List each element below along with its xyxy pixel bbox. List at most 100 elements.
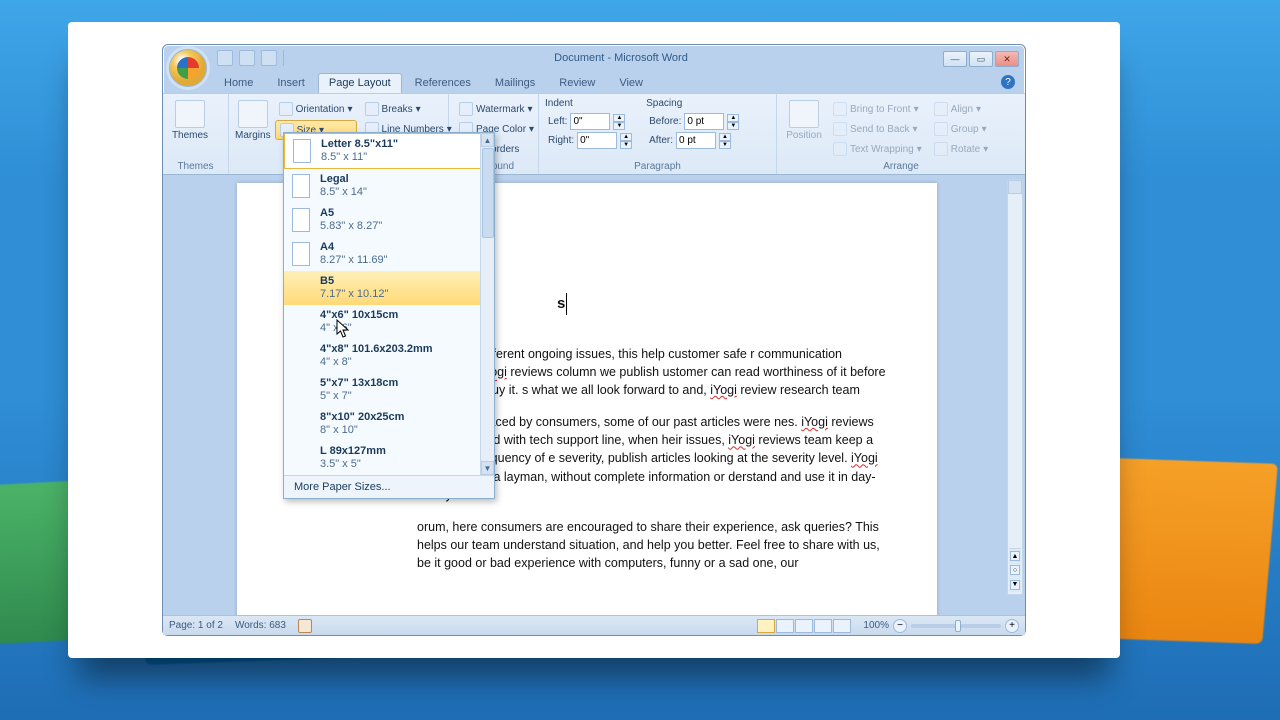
zoom-slider-knob[interactable] xyxy=(955,620,961,632)
zoom-percent[interactable]: 100% xyxy=(863,620,889,631)
align-button: Align ▾ xyxy=(930,100,993,118)
spin-up[interactable]: ▲ xyxy=(727,114,739,122)
indent-right-input[interactable] xyxy=(577,132,617,149)
spacing-before-label: Before: xyxy=(649,116,681,127)
send-to-back-button: Send to Back ▾ xyxy=(829,120,926,138)
indent-left-input[interactable] xyxy=(570,113,610,130)
size-option[interactable]: 8"x10" 20x25cm8" x 10" xyxy=(284,407,494,441)
view-web-layout[interactable] xyxy=(795,619,813,633)
spin-down[interactable]: ▼ xyxy=(620,141,632,149)
tab-view[interactable]: View xyxy=(608,73,654,93)
view-full-screen[interactable] xyxy=(776,619,794,633)
indent-right-label: Right: xyxy=(548,135,574,146)
help-icon[interactable]: ? xyxy=(1001,75,1015,89)
view-print-layout[interactable] xyxy=(757,619,775,633)
spin-down[interactable]: ▼ xyxy=(613,122,625,130)
spin-up[interactable]: ▲ xyxy=(620,133,632,141)
size-option-dim: 4" x 6" xyxy=(320,322,398,335)
spin-up[interactable]: ▲ xyxy=(613,114,625,122)
page-thumb-icon xyxy=(292,242,310,266)
indent-header: Indent xyxy=(545,98,632,111)
send-back-icon xyxy=(833,122,847,136)
view-outline[interactable] xyxy=(814,619,832,633)
breaks-button[interactable]: Breaks ▾ xyxy=(361,100,456,118)
themes-button[interactable]: Themes xyxy=(169,96,211,141)
size-option[interactable]: Legal8.5" x 14" xyxy=(284,169,494,203)
tab-page-layout[interactable]: Page Layout xyxy=(318,73,402,93)
size-option-dim: 8.27" x 11.69" xyxy=(320,254,388,267)
size-option-name: 8"x10" 20x25cm xyxy=(320,411,404,424)
size-option[interactable]: B57.17" x 10.12" xyxy=(284,271,494,305)
scroll-thumb[interactable] xyxy=(482,148,494,238)
spacing-after-label: After: xyxy=(649,135,673,146)
orientation-button[interactable]: Orientation ▾ xyxy=(275,100,357,118)
tab-references[interactable]: References xyxy=(404,73,482,93)
size-option[interactable]: 4"x6" 10x15cm4" x 6" xyxy=(284,305,494,339)
qat-redo-icon[interactable] xyxy=(261,50,277,66)
size-option-dim: 5" x 7" xyxy=(320,390,398,403)
size-option[interactable]: A55.83" x 8.27" xyxy=(284,203,494,237)
office-button[interactable] xyxy=(169,49,207,87)
prev-page-icon[interactable]: ▲ xyxy=(1010,551,1020,561)
size-option[interactable]: 4"x8" 101.6x203.2mm4" x 8" xyxy=(284,339,494,373)
spacing-after-input[interactable] xyxy=(676,132,716,149)
zoom-out-button[interactable]: − xyxy=(893,619,907,633)
status-page[interactable]: Page: 1 of 2 xyxy=(169,620,223,631)
size-option[interactable]: 5"x7" 13x18cm5" x 7" xyxy=(284,373,494,407)
zoom-in-button[interactable]: + xyxy=(1005,619,1019,633)
size-option-dim: 5.83" x 8.27" xyxy=(320,220,382,233)
size-option-name: 5"x7" 13x18cm xyxy=(320,377,398,390)
status-words[interactable]: Words: 683 xyxy=(235,620,286,631)
size-dropdown: Letter 8.5"x11"8.5" x 11"Legal8.5" x 14"… xyxy=(283,132,495,499)
maximize-button[interactable]: ▭ xyxy=(969,51,993,67)
size-option[interactable]: L 89x127mm3.5" x 5" xyxy=(284,441,494,475)
group-icon xyxy=(934,122,948,136)
size-dropdown-scrollbar[interactable]: ▲ ▼ xyxy=(480,133,494,475)
tab-home[interactable]: Home xyxy=(213,73,264,93)
scroll-up-icon[interactable] xyxy=(1008,180,1022,194)
next-page-icon[interactable]: ▼ xyxy=(1010,580,1020,590)
qat-save-icon[interactable] xyxy=(217,50,233,66)
browse-object-icon[interactable]: ○ xyxy=(1010,565,1020,575)
spin-down[interactable]: ▼ xyxy=(719,141,731,149)
spin-down[interactable]: ▼ xyxy=(727,122,739,130)
size-option[interactable]: Letter 8.5"x11"8.5" x 11" xyxy=(284,133,494,169)
spacing-after-row: After: ▲▼ xyxy=(646,132,739,149)
more-paper-sizes[interactable]: More Paper Sizes... xyxy=(284,475,494,498)
proofing-icon[interactable] xyxy=(298,619,312,633)
minimize-button[interactable]: — xyxy=(943,51,967,67)
size-option-dim: 8" x 10" xyxy=(320,424,404,437)
tab-mailings[interactable]: Mailings xyxy=(484,73,546,93)
page-thumb-icon xyxy=(292,174,310,198)
close-button[interactable]: ✕ xyxy=(995,51,1019,67)
margins-button[interactable]: Margins xyxy=(235,96,271,141)
align-icon xyxy=(934,102,948,116)
view-draft[interactable] xyxy=(833,619,851,633)
size-option[interactable]: A48.27" x 11.69" xyxy=(284,237,494,271)
title-bar: Document - Microsoft Word — ▭ ✕ xyxy=(163,45,1025,71)
size-option-dim: 8.5" x 11" xyxy=(321,151,398,164)
watermark-icon xyxy=(459,102,473,116)
scroll-down-icon[interactable]: ▼ xyxy=(481,461,494,475)
spacing-before-input[interactable] xyxy=(684,113,724,130)
page-thumb-icon xyxy=(293,139,311,163)
themes-label: Themes xyxy=(172,130,208,141)
watermark-button[interactable]: Watermark ▾ xyxy=(455,100,538,118)
tab-insert[interactable]: Insert xyxy=(266,73,316,93)
size-option-dim: 8.5" x 14" xyxy=(320,186,367,199)
spacing-header: Spacing xyxy=(646,98,739,111)
text-wrap-icon xyxy=(833,142,847,156)
qat-undo-icon[interactable] xyxy=(239,50,255,66)
size-option-name: B5 xyxy=(320,275,388,288)
ribbon: Themes Themes Margins Orientation ▾ Size… xyxy=(163,93,1025,175)
size-option-dim: 4" x 8" xyxy=(320,356,433,369)
vertical-scrollbar[interactable]: ▲ ○ ▼ xyxy=(1007,179,1023,595)
themes-group-label: Themes xyxy=(169,159,222,174)
scroll-up-icon[interactable]: ▲ xyxy=(481,133,494,147)
position-button: Position xyxy=(783,96,825,141)
spin-up[interactable]: ▲ xyxy=(719,133,731,141)
indent-left-row: Left: ▲▼ xyxy=(545,113,632,130)
zoom-slider[interactable] xyxy=(911,624,1001,628)
size-option-dim: 7.17" x 10.12" xyxy=(320,288,388,301)
tab-review[interactable]: Review xyxy=(548,73,606,93)
